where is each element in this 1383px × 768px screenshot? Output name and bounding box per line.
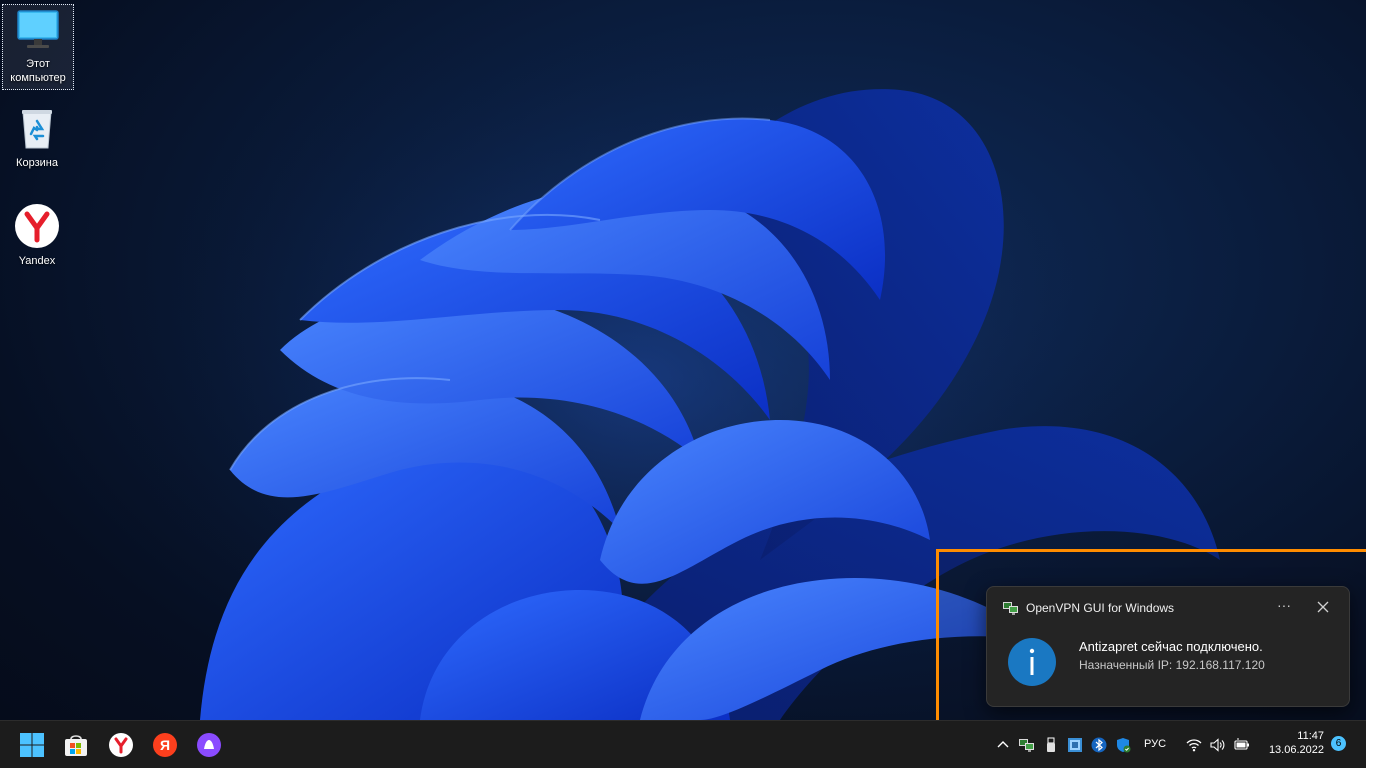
desktop-icon-label: компьютер — [10, 72, 66, 84]
recycle-bin-icon — [22, 110, 52, 149]
wifi-icon[interactable] — [1186, 737, 1202, 753]
yandex-icon[interactable]: Я — [152, 732, 178, 758]
notification-more-button[interactable]: ··· — [1273, 597, 1295, 617]
notification-title: Antizapret сейчас подключено. — [1079, 639, 1263, 654]
bluetooth-icon[interactable] — [1091, 737, 1107, 753]
app-tray-icon[interactable] — [1067, 737, 1083, 753]
openvpn-tray-icon[interactable] — [1019, 737, 1035, 753]
info-icon — [1008, 638, 1056, 686]
notification-app-name: OpenVPN GUI for Windows — [1026, 601, 1175, 615]
battery-icon[interactable] — [1234, 737, 1250, 753]
windows-start-icon[interactable] — [19, 732, 45, 758]
clock-time: 11:47 — [1297, 730, 1324, 742]
desktop-icon-this-pc[interactable]: Этот компьютер — [2, 4, 74, 90]
notification-count-badge[interactable]: 6 — [1331, 736, 1346, 751]
taskbar: Я РУС 11:47 13.06.2022 6 — [0, 720, 1366, 768]
openvpn-notification[interactable]: OpenVPN GUI for Windows ··· Antizapret с… — [986, 586, 1350, 707]
openvpn-app-icon — [1003, 602, 1018, 615]
language-indicator[interactable]: РУС — [1144, 738, 1166, 750]
usb-icon[interactable] — [1043, 737, 1059, 753]
desktop-icon-label: Этот — [26, 58, 50, 70]
notification-body: Назначенный IP: 192.168.117.120 — [1079, 658, 1265, 672]
alice-icon[interactable] — [196, 732, 222, 758]
clock[interactable]: 11:47 13.06.2022 — [1262, 729, 1324, 757]
yandex-browser-icon — [15, 204, 59, 248]
volume-icon[interactable] — [1210, 737, 1226, 753]
desktop-icon-label: Корзина — [16, 157, 58, 169]
monitor-icon — [17, 10, 59, 48]
close-icon[interactable] — [1313, 597, 1333, 617]
chevron-up-icon[interactable] — [995, 737, 1011, 753]
microsoft-store-icon[interactable] — [63, 732, 89, 758]
desktop: Этот компьютер Корзина Yandex OpenVPN GU… — [0, 0, 1366, 768]
yandex-browser-icon[interactable] — [108, 732, 134, 758]
desktop-icon-recycle-bin[interactable]: Корзина — [2, 104, 72, 170]
desktop-icon-yandex[interactable]: Yandex — [2, 202, 72, 268]
shield-icon[interactable] — [1115, 737, 1131, 753]
desktop-icon-label: Yandex — [18, 255, 56, 267]
svg-text:Я: Я — [160, 737, 170, 753]
clock-date: 13.06.2022 — [1268, 744, 1324, 756]
